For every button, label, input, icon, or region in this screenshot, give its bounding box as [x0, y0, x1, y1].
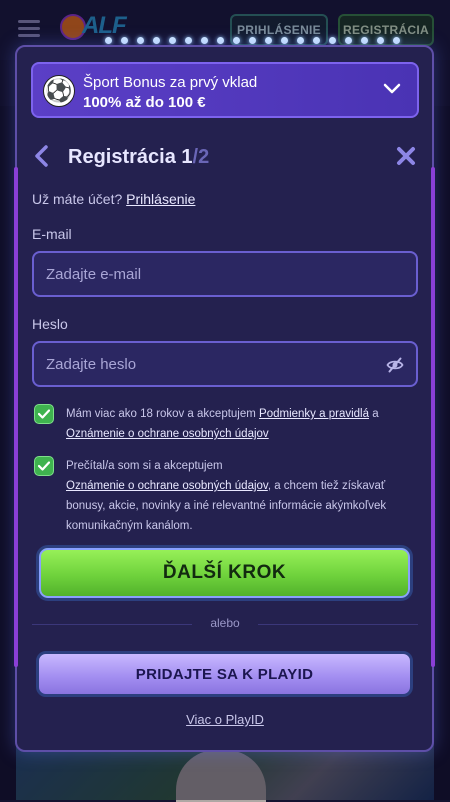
close-icon[interactable] — [396, 146, 416, 166]
privacy-link[interactable]: Oznámenie o ochrane osobných údajov — [66, 428, 269, 440]
terms-text: Mám viac ako 18 rokov a akceptujem Podmi… — [66, 404, 418, 444]
decorative-dots — [105, 37, 405, 45]
password-label: Heslo — [32, 316, 68, 332]
bonus-selector[interactable]: ⚽ Šport Bonus za prvý vklad 100% až do 1… — [31, 62, 419, 118]
or-text: alebo — [210, 616, 240, 630]
password-field-wrapper — [32, 341, 418, 387]
page-title: Registrácia 1/2 — [68, 146, 209, 169]
marketing-consent: Prečítal/a som si a akceptujem Oznámenie… — [34, 456, 424, 536]
terms-link[interactable]: Podmienky a pravidlá — [259, 408, 369, 420]
step-current: 1 — [181, 146, 193, 168]
bonus-subtitle: 100% až do 100 € — [83, 94, 206, 111]
login-link[interactable]: Prihlásenie — [126, 191, 195, 207]
marketing-text: Prečítal/a som si a akceptujem Oznámenie… — [66, 456, 418, 536]
email-field[interactable] — [34, 253, 416, 295]
marketing-text-1: Prečítal/a som si a akceptujem — [66, 460, 223, 472]
soccer-ball-icon: ⚽ — [43, 75, 75, 107]
title-text: Registrácia — [68, 146, 176, 168]
have-account-text: Už máte účet? Prihlásenie — [32, 191, 195, 207]
email-label: E-mail — [32, 226, 72, 242]
playid-more-link[interactable]: Viac o PlayID — [0, 712, 450, 727]
terms-consent: Mám viac ako 18 rokov a akceptujem Podmi… — [34, 404, 424, 444]
modal-title-row: Registrácia 1/2 — [32, 142, 420, 174]
join-playid-button[interactable]: PRIDAJTE SA K PLAYID — [36, 651, 413, 697]
marketing-privacy-link[interactable]: Oznámenie o ochrane osobných údajov — [66, 480, 268, 492]
password-field[interactable] — [34, 343, 416, 385]
eye-off-icon[interactable] — [386, 356, 404, 374]
have-account-label: Už máte účet? — [32, 191, 123, 207]
next-step-button[interactable]: ĎALŠÍ KROK — [36, 545, 413, 601]
checkmark-icon — [38, 461, 50, 471]
marketing-checkbox[interactable] — [34, 456, 54, 476]
bonus-title: Šport Bonus za prvý vklad — [83, 74, 258, 91]
email-field-wrapper — [32, 251, 418, 297]
terms-checkbox[interactable] — [34, 404, 54, 424]
chevron-left-icon[interactable] — [32, 144, 52, 168]
step-total: /2 — [192, 146, 210, 168]
terms-text-2: a — [372, 408, 379, 420]
checkmark-icon — [38, 409, 50, 419]
chevron-down-icon[interactable] — [383, 82, 401, 96]
or-divider: alebo — [32, 616, 418, 632]
terms-text-1: Mám viac ako 18 rokov a akceptujem — [66, 408, 256, 420]
